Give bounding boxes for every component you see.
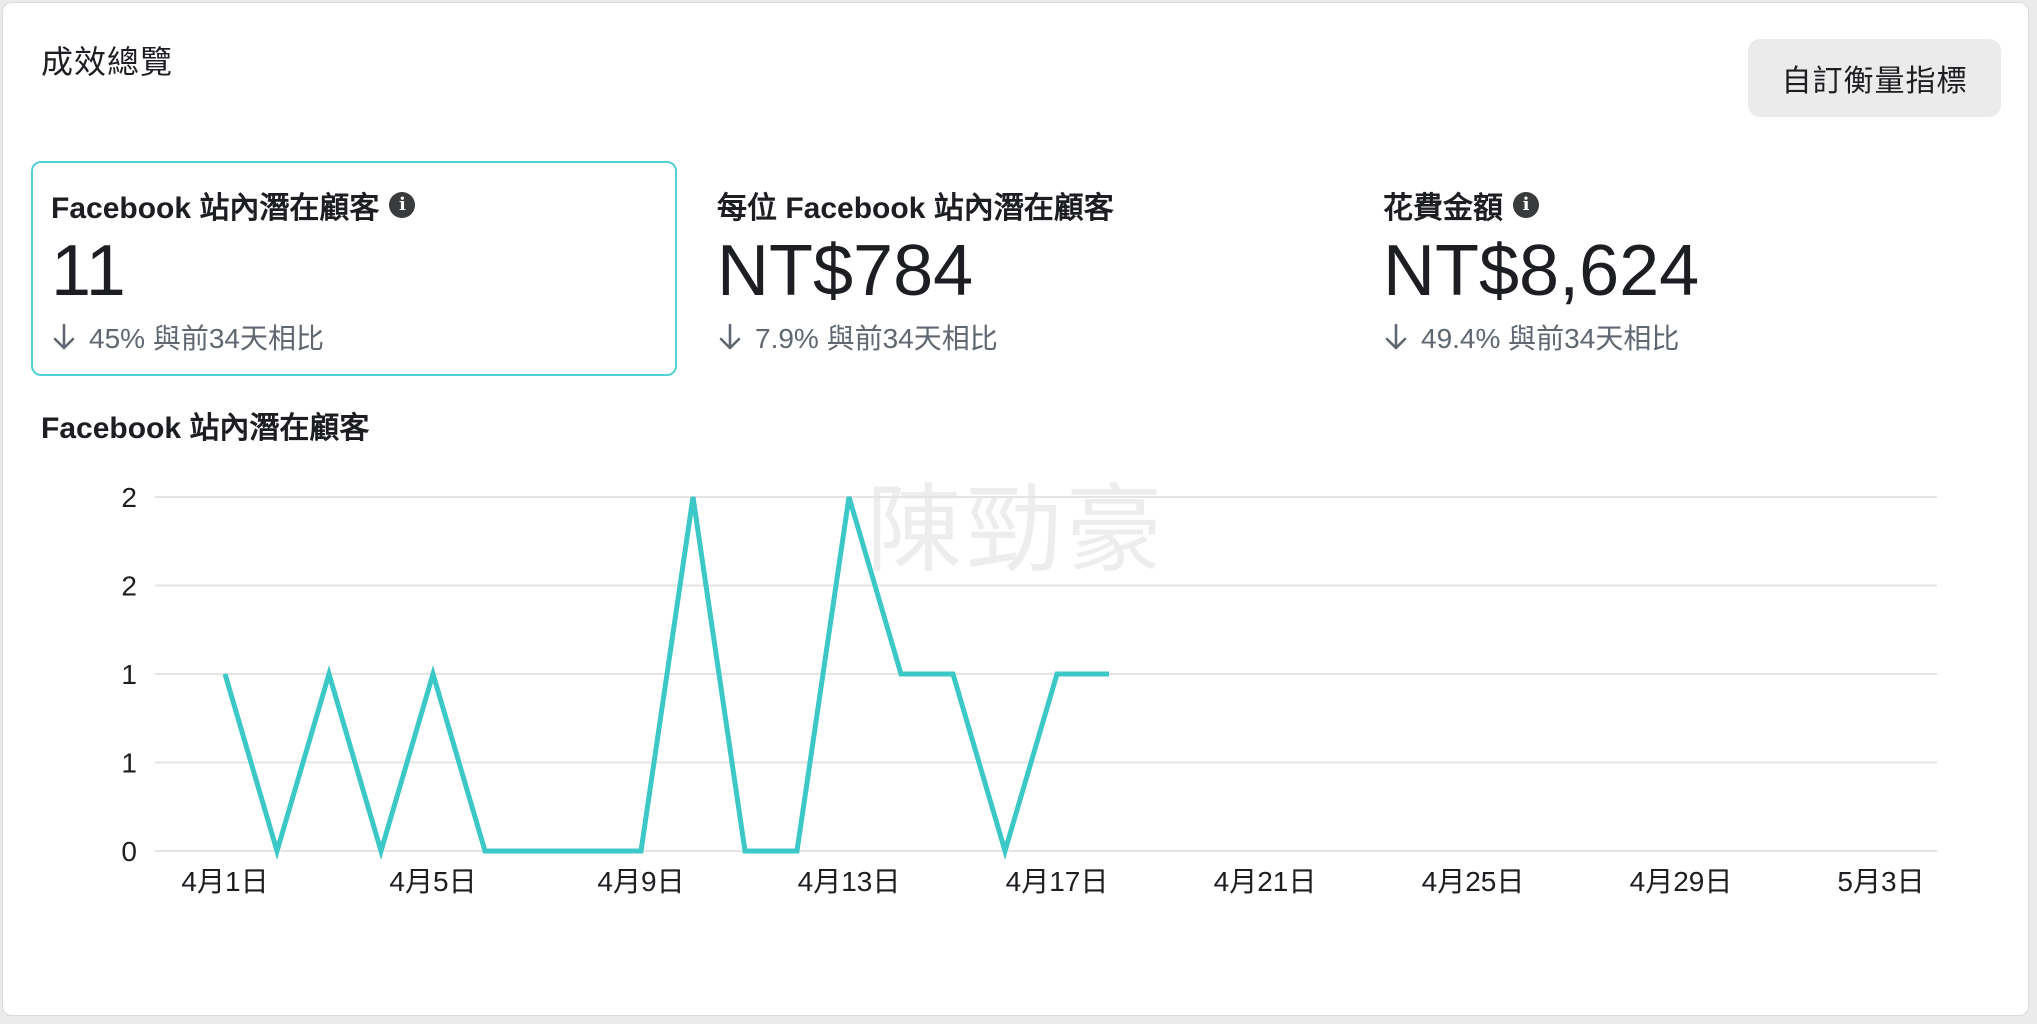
metric-value: NT$784: [717, 231, 974, 311]
metric-label-text: 每位 Facebook 站內潛在顧客: [717, 192, 1114, 225]
metric-change-text: 45% 與前34天相比: [89, 323, 324, 354]
metric-label-text: 花費金額: [1383, 192, 1503, 225]
metric-value: NT$8,624: [1383, 231, 1700, 311]
arrow-down-icon: [53, 323, 75, 350]
metric-card-cost-per-lead[interactable]: 每位 Facebook 站內潛在顧客 NT$784 7.9% 與前34天相比: [697, 161, 1343, 376]
metric-label: 每位 Facebook 站內潛在顧客: [717, 185, 1341, 225]
chart-title: Facebook 站內潛在顧客: [41, 412, 370, 445]
watermark: 陳勁豪: [866, 474, 1166, 586]
info-icon[interactable]: i: [389, 192, 416, 218]
arrow-down-icon: [1385, 323, 1407, 350]
metric-label: 花費金額 i: [1383, 185, 2007, 225]
metric-change-text: 49.4% 與前34天相比: [1421, 323, 1680, 354]
metric-value: 11: [51, 231, 126, 311]
custom-metrics-button[interactable]: 自訂衡量指標: [1748, 39, 2001, 117]
metric-label-text: Facebook 站內潛在顧客: [51, 192, 380, 225]
metric-compare: 49.4% 與前34天相比: [1383, 317, 2007, 357]
metric-card-amount-spent[interactable]: 花費金額 i NT$8,624 49.4% 與前34天相比: [1363, 161, 2009, 376]
info-icon[interactable]: i: [1513, 192, 1539, 218]
arrow-down-icon: [719, 323, 741, 350]
metric-compare: 7.9% 與前34天相比: [717, 317, 1341, 357]
metric-label: Facebook 站內潛在顧客 i: [51, 185, 675, 225]
metric-compare: 45% 與前34天相比: [51, 317, 675, 357]
section-title: 成效總覽: [41, 44, 174, 80]
metric-card-leads[interactable]: Facebook 站內潛在顧客 i 11 45% 與前34天相比: [31, 161, 677, 376]
metric-change-text: 7.9% 與前34天相比: [755, 323, 998, 354]
